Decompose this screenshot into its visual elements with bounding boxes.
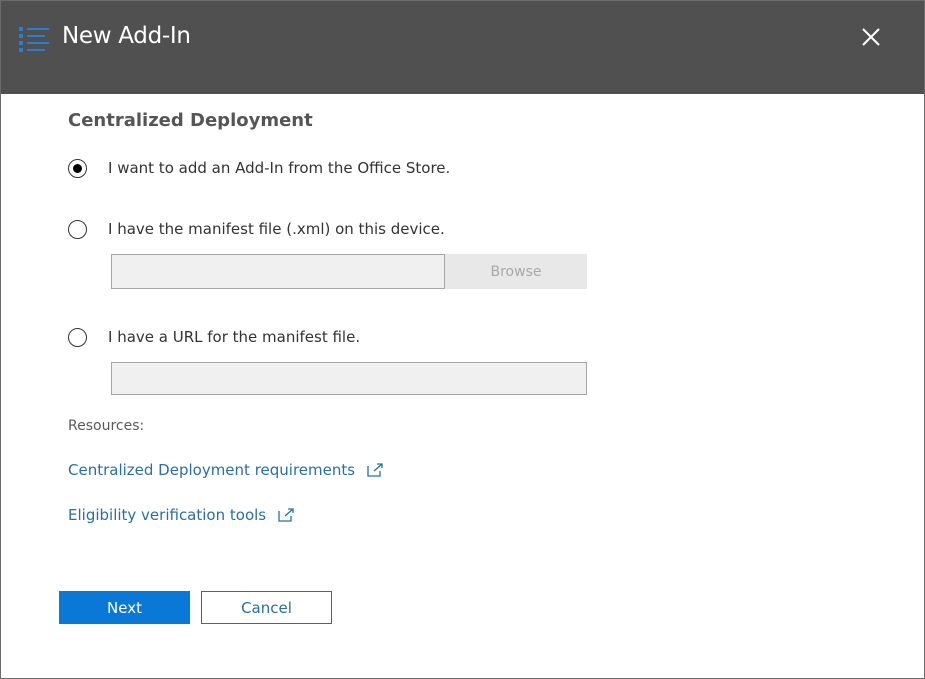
close-icon bbox=[862, 28, 880, 46]
dialog-title: New Add-In bbox=[62, 23, 191, 49]
dialog-titlebar: New Add-In bbox=[1, 1, 924, 94]
external-link-icon bbox=[278, 508, 294, 522]
external-link-icon bbox=[367, 463, 383, 477]
manifest-file-path-input[interactable] bbox=[111, 254, 445, 289]
link-eligibility-tools-label: Eligibility verification tools bbox=[68, 506, 267, 524]
radio-manifest-file[interactable] bbox=[68, 219, 87, 239]
option-manifest-file[interactable]: I have the manifest file (.xml) on this … bbox=[68, 218, 445, 240]
next-button[interactable]: Next bbox=[59, 591, 190, 624]
manifest-url-input[interactable] bbox=[111, 362, 587, 395]
option-office-store-label: I want to add an Add-In from the Office … bbox=[108, 159, 451, 177]
list-icon bbox=[19, 27, 49, 52]
link-deployment-requirements-label: Centralized Deployment requirements bbox=[68, 461, 356, 479]
radio-office-store[interactable] bbox=[68, 158, 87, 178]
browse-button[interactable]: Browse bbox=[445, 254, 587, 289]
radio-manifest-url[interactable] bbox=[68, 327, 87, 347]
option-manifest-url-label: I have a URL for the manifest file. bbox=[108, 328, 361, 346]
cancel-button[interactable]: Cancel bbox=[201, 591, 332, 624]
new-add-in-dialog: New Add-In Centralized Deployment I want… bbox=[0, 0, 925, 679]
option-office-store[interactable]: I want to add an Add-In from the Office … bbox=[68, 157, 450, 179]
link-eligibility-tools[interactable]: Eligibility verification tools bbox=[68, 506, 294, 524]
section-title: Centralized Deployment bbox=[68, 110, 313, 131]
resources-label: Resources: bbox=[68, 418, 145, 434]
option-manifest-url[interactable]: I have a URL for the manifest file. bbox=[68, 326, 360, 348]
option-manifest-file-label: I have the manifest file (.xml) on this … bbox=[108, 220, 445, 238]
close-button[interactable] bbox=[855, 21, 887, 53]
link-deployment-requirements[interactable]: Centralized Deployment requirements bbox=[68, 461, 383, 479]
